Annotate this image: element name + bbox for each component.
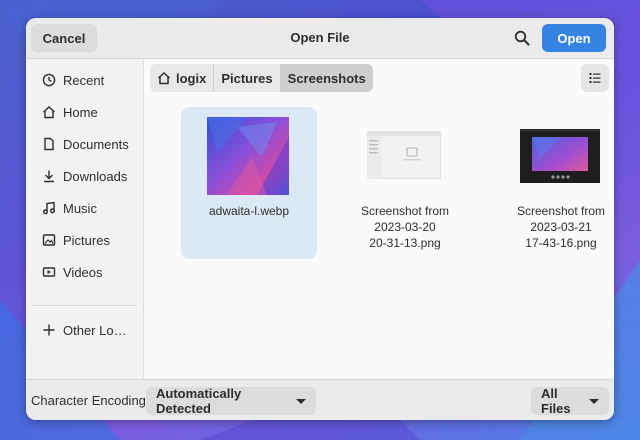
- view-toggle-button[interactable]: [581, 64, 609, 92]
- crumb-label: Screenshots: [287, 70, 366, 86]
- file-name-line: 2023-03-20: [374, 220, 436, 234]
- file-name-line: 20-31-13.png: [369, 236, 441, 250]
- crumb-label: logix: [176, 70, 207, 86]
- sidebar-item-videos[interactable]: Videos: [26, 256, 143, 288]
- search-icon: [514, 30, 530, 46]
- sidebar-item-label: Pictures: [63, 232, 110, 248]
- plus-icon: [42, 323, 56, 337]
- filter-value: All Files: [541, 386, 571, 416]
- crumb-home[interactable]: logix: [150, 64, 213, 92]
- clock-icon: [42, 73, 56, 87]
- video-icon: [42, 265, 56, 279]
- sidebar-separator: [32, 305, 137, 306]
- home-icon: [157, 71, 171, 85]
- image-thumbnail: [207, 117, 289, 195]
- open-button[interactable]: Open: [542, 24, 606, 52]
- crumb-label: Pictures: [221, 70, 273, 86]
- list-view-icon: [589, 73, 601, 83]
- document-icon: [42, 137, 56, 151]
- file-name-line: 2023-03-21: [530, 220, 592, 234]
- crumb-pictures[interactable]: Pictures: [214, 64, 279, 92]
- file-name-line: Screenshot from: [516, 204, 606, 218]
- sidebar-item-music[interactable]: Music: [26, 192, 143, 224]
- sidebar-item-label: Recent: [63, 72, 105, 88]
- sidebar-item-pictures[interactable]: Pictures: [26, 224, 143, 256]
- file-browser: logix Pictures Screenshots adwaita-l.web…: [144, 59, 614, 379]
- encoding-value: Automatically Detected: [156, 386, 242, 416]
- sidebar-item-other-locations[interactable]: Other Lo…: [26, 314, 143, 346]
- home-icon: [42, 105, 56, 119]
- file-name-line: Screenshot from: [360, 204, 450, 218]
- cancel-button[interactable]: Cancel: [31, 24, 97, 52]
- search-button[interactable]: [510, 26, 534, 50]
- sidebar-item-recent[interactable]: Recent: [26, 64, 143, 96]
- sidebar-item-label: Downloads: [63, 168, 128, 184]
- encoding-label: Character Encoding:: [31, 393, 150, 408]
- screenshot-thumbnail: [367, 131, 441, 179]
- open-file-dialog: Cancel Open File Open Recent Home Docume…: [26, 18, 614, 420]
- sidebar-item-label: Home: [63, 104, 98, 120]
- breadcrumb: logix Pictures Screenshots: [150, 64, 373, 92]
- header-bar: Cancel Open File Open: [26, 18, 614, 59]
- screenshot-thumbnail: [520, 129, 600, 183]
- encoding-dropdown[interactable]: Automatically Detected: [146, 386, 316, 416]
- file-item-screenshot-1[interactable]: Screenshot from 2023-03-20 20-31-13.png: [337, 107, 473, 259]
- chevron-down-icon: [296, 398, 306, 404]
- file-item-adwaita[interactable]: adwaita-l.webp: [181, 107, 317, 259]
- footer-bar: Character Encoding: Automatically Detect…: [26, 379, 614, 420]
- chevron-down-icon: [589, 398, 599, 404]
- sidebar-item-documents[interactable]: Documents: [26, 128, 143, 160]
- places-sidebar: Recent Home Documents Downloads Music Pi…: [26, 59, 144, 379]
- file-name: adwaita-l.webp: [208, 204, 290, 218]
- file-name: Screenshot from 2023-03-20 20-31-13.png: [337, 203, 473, 251]
- music-icon: [42, 201, 56, 215]
- file-name-line: 17-43-16.png: [525, 236, 597, 250]
- sidebar-item-label: Other Lo…: [63, 322, 127, 338]
- picture-icon: [42, 233, 56, 247]
- sidebar-item-home[interactable]: Home: [26, 96, 143, 128]
- file-filter-dropdown[interactable]: All Files: [531, 386, 609, 416]
- sidebar-item-label: Music: [63, 200, 97, 216]
- sidebar-item-label: Videos: [63, 264, 103, 280]
- file-item-screenshot-2[interactable]: Screenshot from 2023-03-21 17-43-16.png: [493, 107, 614, 259]
- crumb-screenshots[interactable]: Screenshots: [280, 64, 373, 92]
- sidebar-item-downloads[interactable]: Downloads: [26, 160, 143, 192]
- file-name: Screenshot from 2023-03-21 17-43-16.png: [493, 203, 614, 251]
- download-icon: [42, 169, 56, 183]
- sidebar-item-label: Documents: [63, 136, 129, 152]
